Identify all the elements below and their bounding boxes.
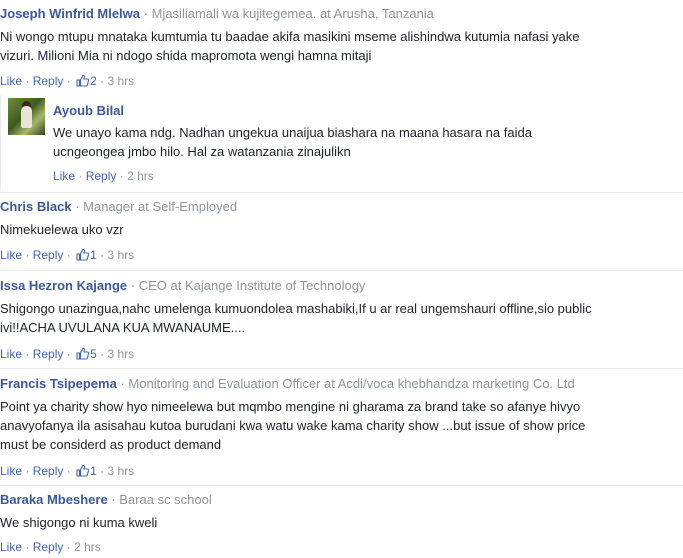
comment-text-line: must be considerd as product demand [0,437,222,452]
like-button[interactable]: Like [0,74,22,88]
separator-dot: · [25,74,30,88]
separator-dot: · [75,199,80,214]
comment-text-line: ivi!!ACHA UVULANA KUA MWANAUME.... [0,320,246,335]
comment-text-line: We shigongo ni kuma kweli [0,515,158,530]
separator-dot: · [78,169,83,183]
separator-dot: · [100,347,105,361]
separator-dot: · [66,464,71,478]
comment-text: Point ya charity show hyo nimeelewa but … [0,397,680,454]
separator-dot: · [100,464,105,478]
comment-text: Ni wongo mtupu mnataka kumtumia tu baada… [0,27,680,65]
reply-thread-line [0,95,1,191]
like-count[interactable]: 5 [90,347,97,361]
separator-dot: · [130,278,136,293]
thumbs-up-icon [76,464,90,477]
comment-text-line: vizuri. Milioni Mia ni ndogo shida mapro… [0,48,372,63]
like-count[interactable]: 1 [90,248,97,262]
commenter-subtitle: CEO at Kajange Institute of Technology [138,278,366,293]
comment-text-line: anavyofanya ila asisahau kutoa burudani … [0,418,586,433]
like-count[interactable]: 1 [90,464,97,478]
comment-text: Nimekuelewa uko vzr [0,220,680,239]
comment-text-line: We unayo kama ndg. Nadhan ungekua unaiju… [53,125,532,140]
comment-header: Ayoub Bilal [53,103,124,118]
comment-header: Francis Tsipepema · Monitoring and Evalu… [0,376,575,391]
separator-dot: · [25,540,30,554]
like-button[interactable]: Like [0,540,22,554]
divider [0,192,683,193]
like-button[interactable]: Like [53,169,75,183]
thumbs-up-icon [76,248,90,261]
divider [0,368,683,369]
commenter-subtitle: Baraa sc school [119,492,212,507]
comment-actions: Like · Reply · 2 hrs [0,540,101,554]
comment-header: Chris Black · Manager at Self-Employed [0,199,237,214]
reply-button[interactable]: Reply [33,74,64,88]
timestamp[interactable]: 2 hrs [127,169,154,183]
comment-actions: Like · Reply · 1 · 3 hrs [0,248,134,262]
reply-button[interactable]: Reply [33,540,64,554]
reply-button[interactable]: Reply [33,248,64,262]
commenter-name[interactable]: Chris Black [0,199,72,214]
comment-actions: Like · Reply · 5 · 3 hrs [0,347,134,361]
commenter-name[interactable]: Joseph Winfrid Mlelwa [0,6,140,21]
separator-dot: · [25,347,30,361]
like-button[interactable]: Like [0,248,22,262]
like-count[interactable]: 2 [90,74,97,88]
timestamp[interactable]: 3 hrs [107,248,134,262]
comment-actions: Like · Reply · 1 · 3 hrs [0,464,134,478]
separator-dot: · [66,540,71,554]
comment-text-line: Point ya charity show hyo nimeelewa but … [0,399,581,414]
separator-dot: · [120,376,125,391]
comment-text-line: Nimekuelewa uko vzr [0,222,124,237]
commenter-subtitle: Mjasiliamali wa kujitegemea. at Arusha, … [151,6,434,21]
commenter-name[interactable]: Baraka Mbeshere [0,492,108,507]
timestamp[interactable]: 2 hrs [74,540,101,554]
comment-text-line: Shigongo unazingua,nahc umelenga kumuond… [0,301,592,316]
commenter-name[interactable]: Issa Hezron Kajange [0,278,127,293]
comment-header: Issa Hezron Kajange · CEO at Kajange Ins… [0,278,365,293]
comment-text: Shigongo unazingua,nahc umelenga kumuond… [0,299,680,337]
comment-header: Joseph Winfrid Mlelwa · Mjasiliamali wa … [0,6,434,21]
comment-actions: Like · Reply · 2 hrs [53,169,154,183]
comment-text-line: ucngeongea jmbo hilo. Hal za watanzania … [53,144,351,159]
timestamp[interactable]: 3 hrs [107,464,134,478]
commenter-subtitle: Monitoring and Evaluation Officer at Acd… [128,376,575,391]
divider [0,270,683,271]
separator-dot: · [100,248,105,262]
thumbs-up-icon [76,74,90,87]
separator-dot: · [25,248,30,262]
comment-actions: Like · Reply · 2 · 3 hrs [0,74,134,88]
separator-dot: · [100,74,105,88]
separator-dot: · [66,347,71,361]
commenter-name[interactable]: Francis Tsipepema [0,376,117,391]
separator-dot: · [143,6,148,21]
commenter-name[interactable]: Ayoub Bilal [53,103,124,118]
comment-text: We shigongo ni kuma kweli [0,513,680,532]
separator-dot: · [111,492,116,507]
reply-button[interactable]: Reply [33,347,64,361]
comment-text-line: Ni wongo mtupu mnataka kumtumia tu baada… [0,29,580,44]
avatar[interactable] [8,98,45,135]
reply-comment: Ayoub Bilal We unayo kama ndg. Nadhan un… [0,95,683,191]
timestamp[interactable]: 3 hrs [107,74,134,88]
thumbs-up-icon [76,347,90,360]
like-button[interactable]: Like [0,464,22,478]
like-button[interactable]: Like [0,347,22,361]
timestamp[interactable]: 3 hrs [107,347,134,361]
commenter-subtitle: Manager at Self-Employed [83,199,238,214]
reply-button[interactable]: Reply [86,169,117,183]
separator-dot: · [66,248,71,262]
separator-dot: · [119,169,124,183]
separator-dot: · [66,74,71,88]
separator-dot: · [25,464,30,478]
comment-header: Baraka Mbeshere · Baraa sc school [0,492,212,507]
comment-text: We unayo kama ndg. Nadhan ungekua unaiju… [53,123,673,161]
reply-button[interactable]: Reply [33,464,64,478]
divider [0,485,683,486]
